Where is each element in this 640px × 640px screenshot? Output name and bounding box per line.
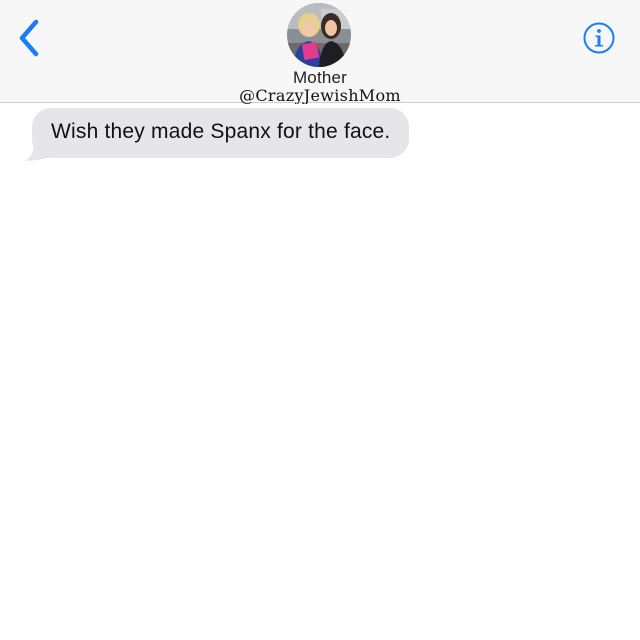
info-circle-icon [583, 22, 615, 54]
back-button[interactable] [14, 18, 46, 58]
info-button[interactable] [582, 21, 616, 55]
chevron-left-icon [19, 19, 39, 57]
watermark-handle: @CrazyJewishMom [239, 86, 401, 105]
contact-avatar[interactable] [287, 3, 351, 67]
avatar-photo [287, 3, 351, 67]
message-row: Wish they made Spanx for the face. [22, 108, 410, 161]
contact-name: Mother [292, 68, 348, 87]
incoming-message-bubble[interactable]: Wish they made Spanx for the face. [32, 108, 410, 158]
message-thread[interactable]: Wish they made Spanx for the face. [0, 104, 640, 640]
conversation-header: Mother @CrazyJewishMom [0, 0, 640, 105]
